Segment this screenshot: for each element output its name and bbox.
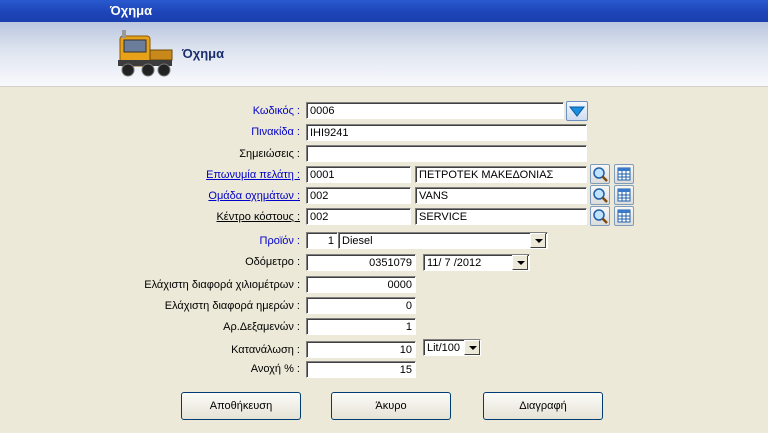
odometer-label: Οδόμετρο : bbox=[245, 256, 300, 268]
customer-name-input[interactable]: ΠΕΤΡΟΤΕΚ ΜΑΚΕΔΟΝΙΑΣ bbox=[415, 166, 587, 183]
vehicle-group-code-input[interactable]: 002 bbox=[306, 187, 411, 204]
save-button[interactable]: Αποθήκευση bbox=[181, 392, 301, 420]
product-code-input[interactable]: 1 bbox=[306, 232, 338, 249]
notes-label: Σημειώσεις : bbox=[239, 148, 300, 160]
code-label: Κωδικός : bbox=[252, 105, 300, 117]
search-icon bbox=[593, 188, 608, 203]
tanks-input[interactable]: 1 bbox=[306, 318, 416, 335]
product-label: Προϊόν : bbox=[259, 235, 301, 247]
cost-center-code-input[interactable]: 002 bbox=[306, 208, 411, 225]
product-selected-value: Diesel bbox=[342, 235, 373, 247]
window-titlebar: Όχημα bbox=[0, 0, 768, 22]
min-km-diff-label: Ελάχιστη διαφορά χιλιομέτρων : bbox=[144, 279, 300, 291]
min-km-diff-input[interactable]: 0000 bbox=[306, 276, 416, 293]
tanks-label: Αρ.Δεξαμενών : bbox=[223, 321, 300, 333]
vehicle-group-table-button[interactable] bbox=[614, 185, 634, 205]
search-icon bbox=[593, 167, 608, 182]
code-input[interactable]: 0006 bbox=[306, 102, 564, 119]
plate-input[interactable]: ΙΗΙ9241 bbox=[306, 124, 587, 141]
delete-button[interactable]: Διαγραφή bbox=[483, 392, 603, 420]
notes-input[interactable] bbox=[306, 145, 587, 162]
customer-code-input[interactable]: 0001 bbox=[306, 166, 411, 183]
cancel-button[interactable]: Άκυρο bbox=[331, 392, 451, 420]
consumption-label: Κατανάλωση : bbox=[231, 344, 300, 356]
cost-center-table-button[interactable] bbox=[614, 206, 634, 226]
vehicle-group-search-button[interactable] bbox=[590, 185, 610, 205]
window-title: Όχημα bbox=[110, 3, 153, 18]
consumption-input[interactable]: 10 bbox=[306, 341, 416, 358]
customer-label[interactable]: Επωνυμία πελάτη : bbox=[206, 169, 300, 181]
cost-center-search-button[interactable] bbox=[590, 206, 610, 226]
header-title: Όχημα bbox=[182, 46, 225, 61]
customer-search-button[interactable] bbox=[590, 164, 610, 184]
customer-table-button[interactable] bbox=[614, 164, 634, 184]
table-icon bbox=[617, 188, 631, 202]
odometer-date-value: 11/ 7 /2012 bbox=[427, 257, 482, 269]
product-select[interactable]: Diesel bbox=[338, 232, 548, 249]
consumption-unit-value: Lit/100 bbox=[427, 342, 461, 354]
cost-center-name-input[interactable]: SERVICE bbox=[415, 208, 587, 225]
odometer-input[interactable]: 0351079 bbox=[306, 254, 416, 271]
vehicle-group-label[interactable]: Ομάδα οχημάτων : bbox=[208, 190, 300, 202]
table-icon bbox=[617, 167, 631, 181]
search-icon bbox=[593, 209, 608, 224]
triangle-down-icon bbox=[568, 106, 586, 117]
truck-icon bbox=[118, 30, 173, 77]
product-dropdown-arrow[interactable] bbox=[530, 233, 546, 248]
min-day-diff-label: Ελάχιστη διαφορά ημερών : bbox=[164, 300, 300, 312]
vehicle-group-name-input[interactable]: VANS bbox=[415, 187, 587, 204]
unit-dropdown-arrow[interactable] bbox=[464, 340, 480, 355]
date-dropdown-arrow[interactable] bbox=[512, 255, 528, 270]
code-lookup-button[interactable] bbox=[566, 101, 588, 121]
cost-center-label[interactable]: Κέντρο κόστους : bbox=[216, 211, 300, 223]
tolerance-input[interactable]: 15 bbox=[306, 361, 416, 378]
plate-label: Πινακίδα : bbox=[251, 126, 300, 138]
min-day-diff-input[interactable]: 0 bbox=[306, 297, 416, 314]
header-banner: Όχημα bbox=[0, 22, 768, 87]
tolerance-label: Ανοχή % : bbox=[250, 363, 300, 375]
table-icon bbox=[617, 209, 631, 223]
